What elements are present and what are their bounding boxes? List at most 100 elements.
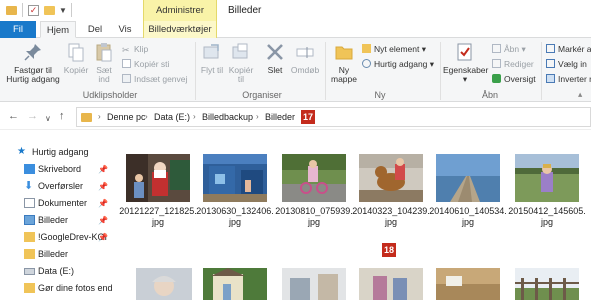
easy-access-button[interactable]: Hurtig adgang ▾	[362, 58, 434, 70]
select-all-icon	[546, 44, 555, 53]
sidebar-item-billeder-folder[interactable]: Billeder	[0, 246, 112, 263]
divider	[195, 42, 196, 100]
file-thumbnail[interactable]	[436, 268, 500, 300]
file-name[interactable]: 20121227_121825. jpg	[118, 206, 198, 228]
edit-button[interactable]: Rediger	[492, 58, 534, 70]
rename-button[interactable]: Omdøb	[290, 41, 320, 75]
marker-badge: 17	[301, 110, 315, 124]
file-thumbnail[interactable]	[282, 154, 346, 202]
sidebar-item-downloads[interactable]: ⬇ Overførsler 📌	[0, 178, 112, 195]
up-arrow-icon[interactable]: ↑	[59, 110, 65, 123]
file-name[interactable]: 20130630_132406. jpg	[195, 206, 275, 228]
new-folder-icon[interactable]	[44, 6, 55, 15]
tab-file[interactable]: Fil	[0, 21, 36, 38]
sidebar-item-documents[interactable]: Dokumenter 📌	[0, 195, 112, 212]
sidebar-item-data-drive[interactable]: Data (E:)	[0, 263, 112, 280]
paste-shortcut-label: Indsæt genvej	[134, 74, 188, 84]
file-name[interactable]: 20130810_075939. jpg	[274, 206, 354, 228]
file-thumbnail[interactable]	[203, 154, 267, 202]
photo-pier	[436, 154, 500, 202]
ribbon: Fastgør til Hurtig adgang Kopiér Sæt ind…	[0, 38, 591, 102]
group-label-new: Ny	[374, 90, 386, 100]
file-name[interactable]: 20140323_104239. jpg	[351, 206, 431, 228]
delete-button[interactable]: Slet	[263, 41, 287, 75]
tab-picture-tools[interactable]: Billedværktøjer	[143, 21, 217, 38]
copy-button[interactable]: Kopiér	[62, 41, 90, 75]
document-icon	[24, 198, 35, 208]
photo-children	[359, 268, 423, 300]
select-none-button[interactable]: Vælg in	[546, 58, 587, 70]
pin-icon[interactable]: 📌	[98, 178, 108, 195]
group-label-open: Åbn	[482, 90, 499, 100]
sidebar-item-googledrive[interactable]: !GoogleDrev-KOI 📌	[0, 229, 112, 246]
file-name[interactable]: 20140610_140534. jpg	[428, 206, 508, 228]
pin-to-quick-access-button[interactable]: Fastgør til Hurtig adgang	[4, 41, 62, 84]
sidebar-item-pictures[interactable]: Billeder 📌	[0, 212, 112, 229]
cut-button[interactable]: ✂ Klip	[122, 43, 148, 55]
select-all-label: Markér a	[558, 44, 591, 54]
paste-button[interactable]: Sæt ind	[92, 41, 116, 84]
move-to-button[interactable]: Flyt til	[199, 41, 225, 75]
customize-toolbar-arrow-icon[interactable]: ▼	[59, 4, 67, 17]
history-button[interactable]: Oversigt	[492, 73, 536, 85]
desktop-icon	[24, 164, 35, 174]
breadcrumb-data-drive[interactable]: Data (E:)	[154, 108, 190, 126]
paste-shortcut-button[interactable]: Indsæt genvej	[122, 73, 187, 85]
new-item-button[interactable]: Nyt element ▾	[362, 43, 426, 55]
back-arrow-icon[interactable]: ←	[8, 110, 19, 123]
tab-view[interactable]: Vis	[112, 21, 138, 38]
sidebar-item-label: Billeder	[38, 249, 69, 259]
file-name-line1: 20130630_132406.	[196, 206, 274, 216]
file-thumbnail[interactable]	[359, 268, 423, 300]
download-arrow-icon: ⬇	[24, 180, 34, 192]
crumb-chevron-icon[interactable]: ›	[145, 108, 148, 126]
group-label-clipboard: Udklipsholder	[82, 90, 138, 100]
recent-locations-chevron-icon[interactable]: ∨	[45, 112, 51, 125]
divider	[440, 42, 441, 100]
pin-icon[interactable]: 📌	[98, 161, 108, 178]
breadcrumb-billeder[interactable]: Billeder	[265, 108, 295, 126]
ribbon-tabs: Fil Hjem Del Vis Billedværktøjer	[0, 21, 591, 38]
easy-access-label: Hurtig adgang	[374, 59, 428, 69]
tab-home[interactable]: Hjem	[40, 21, 76, 38]
breadcrumb-this-pc[interactable]: Denne pc	[107, 108, 146, 126]
address-bar[interactable]: › Denne pc › Data (E:) › Billedbackup › …	[76, 107, 591, 127]
open-button[interactable]: Åbn ▾	[492, 43, 526, 55]
sidebar-item-label: Data (E:)	[38, 266, 75, 276]
collapse-ribbon-arrow-icon[interactable]: ▴	[578, 88, 582, 100]
file-thumbnail[interactable]	[359, 154, 423, 202]
breadcrumb-billedbackup[interactable]: Billedbackup	[202, 108, 253, 126]
forward-arrow-icon[interactable]: →	[27, 110, 38, 123]
file-thumbnail[interactable]	[515, 154, 579, 202]
file-thumbnail[interactable]	[515, 268, 579, 300]
copy-icon	[68, 43, 84, 62]
photo-elderly-woman	[136, 268, 192, 300]
drive-icon	[24, 268, 35, 275]
copy-path-button[interactable]: Kopiér sti	[122, 58, 169, 70]
file-thumbnail[interactable]	[126, 154, 190, 202]
crumb-chevron-icon[interactable]: ›	[193, 108, 196, 126]
file-thumbnail[interactable]	[282, 268, 346, 300]
sidebar-item-quick-access[interactable]: ★ Hurtig adgang	[0, 144, 112, 161]
file-name[interactable]: 20150412_145605. jpg	[507, 206, 587, 228]
tab-share[interactable]: Del	[82, 21, 108, 38]
new-folder-button[interactable]: Ny mappe	[330, 41, 358, 84]
properties-check-icon[interactable]: ✓	[28, 5, 39, 16]
select-all-button[interactable]: Markér a	[546, 43, 591, 55]
copy-to-button[interactable]: Kopiér til	[227, 41, 255, 84]
crumb-chevron-icon[interactable]: ›	[256, 108, 259, 126]
file-thumbnail[interactable]	[436, 154, 500, 202]
crumb-chevron-icon[interactable]: ›	[98, 108, 101, 126]
invert-selection-button[interactable]: Inverter m	[546, 73, 591, 85]
file-thumbnail[interactable]	[203, 268, 267, 300]
file-name-line2: jpg	[307, 217, 320, 227]
sidebar-item-photos-folder[interactable]: Gør dine fotos endr	[0, 280, 116, 297]
sidebar-item-desktop[interactable]: Skrivebord 📌	[0, 161, 112, 178]
divider	[22, 3, 23, 17]
pin-icon[interactable]: 📌	[98, 212, 108, 229]
file-thumbnail[interactable]	[136, 268, 192, 300]
pin-icon[interactable]: 📌	[98, 195, 108, 212]
properties-button[interactable]: Egenskaber ▾	[443, 41, 488, 84]
pin-label: Fastgør til Hurtig adgang	[6, 65, 60, 84]
pin-icon[interactable]: 📌	[98, 229, 108, 246]
